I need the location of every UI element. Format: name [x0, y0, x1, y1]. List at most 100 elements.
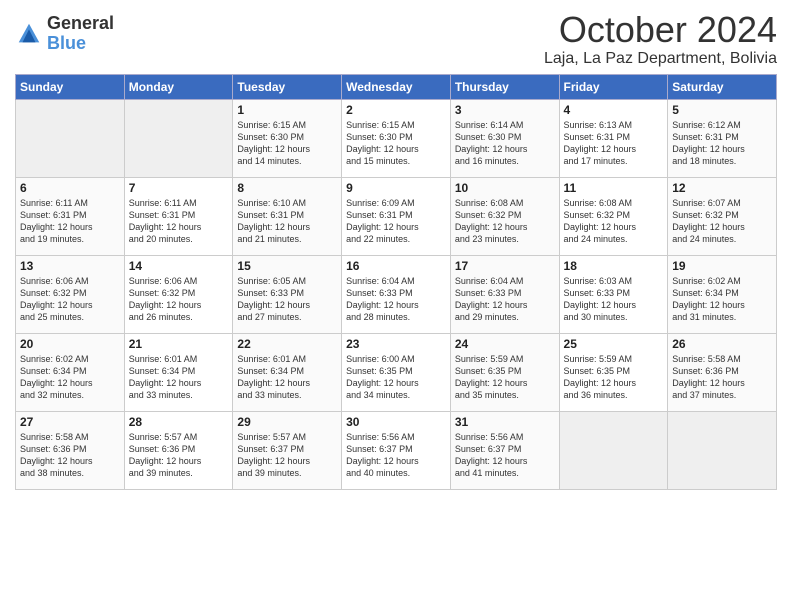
header-row: SundayMondayTuesdayWednesdayThursdayFrid… [16, 74, 777, 99]
day-number: 24 [455, 337, 555, 351]
week-row-1: 1 Sunrise: 6:15 AMSunset: 6:30 PMDaylight… [16, 99, 777, 177]
day-number: 27 [20, 415, 120, 429]
calendar-cell [16, 99, 125, 177]
calendar-cell: 23Sunrise: 6:00 AMSunset: 6:35 PMDayligh… [342, 333, 451, 411]
calendar-cell: 31 Sunrise: 5:56 AMSunset: 6:37 PMDayligh… [450, 411, 559, 489]
day-number: 13 [20, 259, 120, 273]
day-header-tuesday: Tuesday [233, 74, 342, 99]
calendar-cell: 3 Sunrise: 6:14 AMSunset: 6:30 PMDaylight… [450, 99, 559, 177]
calendar-cell: 29 Sunrise: 5:57 AMSunset: 6:37 PMDayligh… [233, 411, 342, 489]
cell-info: Sunrise: 6:02 AMSunset: 6:34 PMDaylight:… [672, 275, 772, 324]
cell-info: Sunrise: 6:06 AMSunset: 6:32 PMDaylight:… [20, 275, 120, 324]
cell-info: Sunrise: 6:11 AMSunset: 6:31 PMDaylight:… [129, 197, 229, 246]
day-header-sunday: Sunday [16, 74, 125, 99]
calendar-cell: 20Sunrise: 6:02 AMSunset: 6:34 PMDayligh… [16, 333, 125, 411]
calendar-cell: 19 Sunrise: 6:02 AMSunset: 6:34 PMDayligh… [668, 255, 777, 333]
cell-info: Sunrise: 6:04 AMSunset: 6:33 PMDaylight:… [455, 275, 555, 324]
day-number: 19 [672, 259, 772, 273]
day-number: 15 [237, 259, 337, 273]
cell-info: Sunrise: 6:05 AMSunset: 6:33 PMDaylight:… [237, 275, 337, 324]
calendar-cell: 5 Sunrise: 6:12 AMSunset: 6:31 PMDaylight… [668, 99, 777, 177]
month-title: October 2024 [544, 10, 777, 50]
day-number: 4 [564, 103, 664, 117]
cell-info: Sunrise: 6:03 AMSunset: 6:33 PMDaylight:… [564, 275, 664, 324]
day-number: 14 [129, 259, 229, 273]
calendar-cell [668, 411, 777, 489]
page: General Blue October 2024 Laja, La Paz D… [0, 0, 792, 612]
calendar-cell: 8Sunrise: 6:10 AMSunset: 6:31 PMDaylight… [233, 177, 342, 255]
cell-info: Sunrise: 6:01 AMSunset: 6:34 PMDaylight:… [237, 353, 337, 402]
cell-info: Sunrise: 6:07 AMSunset: 6:32 PMDaylight:… [672, 197, 772, 246]
cell-info: Sunrise: 6:09 AMSunset: 6:31 PMDaylight:… [346, 197, 446, 246]
calendar-cell: 24 Sunrise: 5:59 AMSunset: 6:35 PMDayligh… [450, 333, 559, 411]
header: General Blue October 2024 Laja, La Paz D… [15, 10, 777, 68]
day-header-monday: Monday [124, 74, 233, 99]
day-number: 1 [237, 103, 337, 117]
day-header-saturday: Saturday [668, 74, 777, 99]
cell-info: Sunrise: 6:01 AMSunset: 6:34 PMDaylight:… [129, 353, 229, 402]
logo-blue: Blue [47, 34, 114, 54]
day-number: 22 [237, 337, 337, 351]
calendar-cell: 17 Sunrise: 6:04 AMSunset: 6:33 PMDayligh… [450, 255, 559, 333]
cell-info: Sunrise: 6:06 AMSunset: 6:32 PMDaylight:… [129, 275, 229, 324]
cell-info: Sunrise: 6:00 AMSunset: 6:35 PMDaylight:… [346, 353, 446, 402]
day-number: 9 [346, 181, 446, 195]
cell-info: Sunrise: 6:15 AMSunset: 6:30 PMDaylight:… [237, 119, 337, 168]
day-header-wednesday: Wednesday [342, 74, 451, 99]
day-number: 21 [129, 337, 229, 351]
day-number: 5 [672, 103, 772, 117]
cell-info: Sunrise: 6:08 AMSunset: 6:32 PMDaylight:… [455, 197, 555, 246]
week-row-3: 13 Sunrise: 6:06 AMSunset: 6:32 PMDayligh… [16, 255, 777, 333]
day-number: 28 [129, 415, 229, 429]
calendar-cell: 28 Sunrise: 5:57 AMSunset: 6:36 PMDayligh… [124, 411, 233, 489]
calendar-cell: 10 Sunrise: 6:08 AMSunset: 6:32 PMDayligh… [450, 177, 559, 255]
cell-info: Sunrise: 5:56 AMSunset: 6:37 PMDaylight:… [455, 431, 555, 480]
cell-info: Sunrise: 6:14 AMSunset: 6:30 PMDaylight:… [455, 119, 555, 168]
location: Laja, La Paz Department, Bolivia [544, 50, 777, 68]
cell-info: Sunrise: 5:57 AMSunset: 6:36 PMDaylight:… [129, 431, 229, 480]
calendar-cell: 25 Sunrise: 5:59 AMSunset: 6:35 PMDayligh… [559, 333, 668, 411]
day-number: 17 [455, 259, 555, 273]
cell-info: Sunrise: 5:58 AMSunset: 6:36 PMDaylight:… [672, 353, 772, 402]
cell-info: Sunrise: 5:57 AMSunset: 6:37 PMDaylight:… [237, 431, 337, 480]
day-number: 12 [672, 181, 772, 195]
day-number: 6 [20, 181, 120, 195]
calendar-cell: 2 Sunrise: 6:15 AMSunset: 6:30 PMDaylight… [342, 99, 451, 177]
day-number: 30 [346, 415, 446, 429]
title-block: October 2024 Laja, La Paz Department, Bo… [544, 10, 777, 68]
logo-icon [15, 20, 43, 48]
day-number: 2 [346, 103, 446, 117]
day-number: 29 [237, 415, 337, 429]
cell-info: Sunrise: 5:59 AMSunset: 6:35 PMDaylight:… [564, 353, 664, 402]
cell-info: Sunrise: 6:10 AMSunset: 6:31 PMDaylight:… [237, 197, 337, 246]
calendar-cell: 7 Sunrise: 6:11 AMSunset: 6:31 PMDaylight… [124, 177, 233, 255]
cell-info: Sunrise: 6:13 AMSunset: 6:31 PMDaylight:… [564, 119, 664, 168]
calendar-cell: 4 Sunrise: 6:13 AMSunset: 6:31 PMDaylight… [559, 99, 668, 177]
day-number: 31 [455, 415, 555, 429]
week-row-5: 27Sunrise: 5:58 AMSunset: 6:36 PMDayligh… [16, 411, 777, 489]
calendar-cell: 11Sunrise: 6:08 AMSunset: 6:32 PMDayligh… [559, 177, 668, 255]
day-number: 3 [455, 103, 555, 117]
calendar-cell [559, 411, 668, 489]
calendar-cell: 21 Sunrise: 6:01 AMSunset: 6:34 PMDayligh… [124, 333, 233, 411]
logo: General Blue [15, 14, 114, 54]
cell-info: Sunrise: 6:11 AMSunset: 6:31 PMDaylight:… [20, 197, 120, 246]
cell-info: Sunrise: 6:02 AMSunset: 6:34 PMDaylight:… [20, 353, 120, 402]
day-number: 11 [564, 181, 664, 195]
day-header-thursday: Thursday [450, 74, 559, 99]
day-number: 25 [564, 337, 664, 351]
calendar-cell: 6 Sunrise: 6:11 AMSunset: 6:31 PMDaylight… [16, 177, 125, 255]
calendar-cell: 27Sunrise: 5:58 AMSunset: 6:36 PMDayligh… [16, 411, 125, 489]
cell-info: Sunrise: 6:12 AMSunset: 6:31 PMDaylight:… [672, 119, 772, 168]
calendar-cell: 9 Sunrise: 6:09 AMSunset: 6:31 PMDaylight… [342, 177, 451, 255]
cell-info: Sunrise: 6:15 AMSunset: 6:30 PMDaylight:… [346, 119, 446, 168]
calendar-cell: 15 Sunrise: 6:05 AMSunset: 6:33 PMDayligh… [233, 255, 342, 333]
calendar-cell: 12 Sunrise: 6:07 AMSunset: 6:32 PMDayligh… [668, 177, 777, 255]
day-number: 18 [564, 259, 664, 273]
calendar-cell: 22 Sunrise: 6:01 AMSunset: 6:34 PMDayligh… [233, 333, 342, 411]
cell-info: Sunrise: 5:59 AMSunset: 6:35 PMDaylight:… [455, 353, 555, 402]
logo-general: General [47, 14, 114, 34]
day-number: 7 [129, 181, 229, 195]
calendar-table: SundayMondayTuesdayWednesdayThursdayFrid… [15, 74, 777, 490]
day-number: 10 [455, 181, 555, 195]
